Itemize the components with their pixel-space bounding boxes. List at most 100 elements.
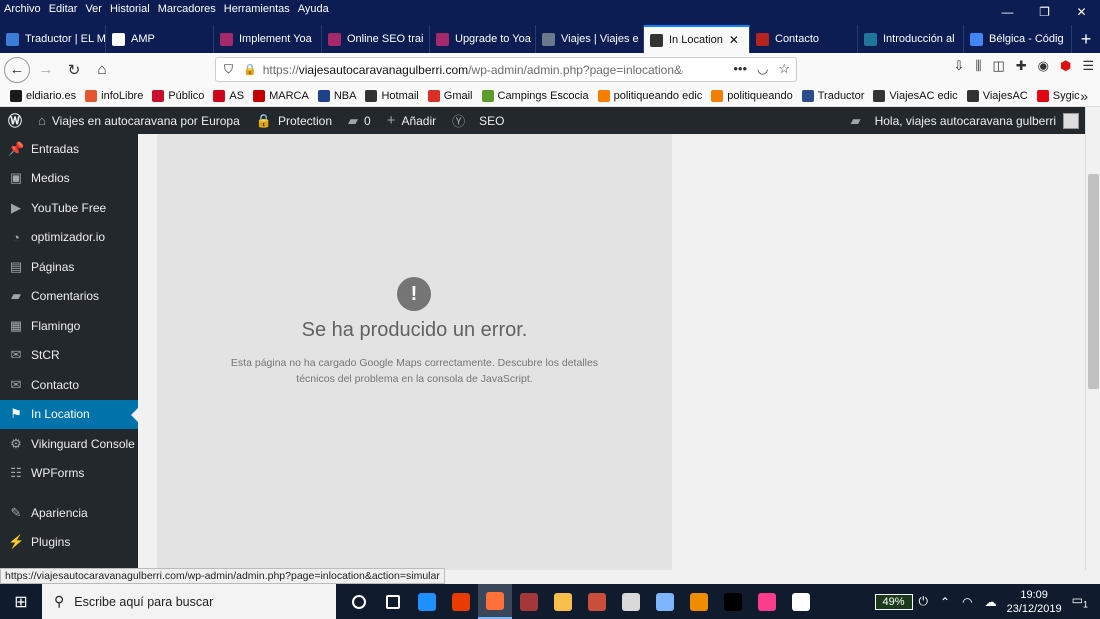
office-icon[interactable]	[444, 584, 478, 619]
comments-button[interactable]: ▰ 0	[340, 107, 379, 134]
bookmark-item[interactable]: Campings Escocia	[481, 90, 589, 102]
menu-editar[interactable]: Editar	[49, 3, 78, 15]
sidebar-item[interactable]: ◔ optimizador.io	[0, 223, 138, 253]
sidebar-item[interactable]: ▦ Flamingo	[0, 311, 138, 341]
cortana-icon[interactable]	[342, 584, 376, 619]
bookmark-item[interactable]: ViajesAC edic	[873, 90, 958, 102]
sidebar-icon[interactable]: ◫	[992, 58, 1004, 74]
my-account-button[interactable]: ▰ Hola, viajes autocaravana gulberri	[851, 107, 1079, 134]
protection-button[interactable]: 🔒 Protection	[248, 107, 340, 134]
tab-belgica[interactable]: Bélgica - Códig	[964, 25, 1072, 53]
clock[interactable]: 19:09 23/12/2019	[1007, 588, 1062, 616]
tracking-shield-icon[interactable]: ⛉	[224, 62, 233, 77]
chevron-up-icon[interactable]: ⌃	[940, 595, 950, 609]
photos-icon[interactable]	[648, 584, 682, 619]
tab-upgrade-yoast[interactable]: Upgrade to Yoa	[430, 25, 536, 53]
sidebar-item[interactable]: ▤ Páginas	[0, 252, 138, 282]
minimize-button[interactable]: —	[989, 0, 1026, 24]
new-tab-button[interactable]: +	[1072, 25, 1100, 53]
url-text[interactable]: https://viajesautocaravanagulberri.com/w…	[263, 63, 683, 77]
itunes-icon[interactable]	[750, 584, 784, 619]
wp-logo-button[interactable]: Ⓦ	[0, 107, 30, 134]
add-new-button[interactable]: + Añadir	[379, 107, 444, 134]
site-name-button[interactable]: ⌂ Viajes en autocaravana por Europa	[30, 107, 248, 134]
bookmark-item[interactable]: politiqueando edic	[597, 90, 702, 102]
menu-marcadores[interactable]: Marcadores	[158, 3, 216, 15]
tab-implement-yoast[interactable]: Implement Yoa	[214, 25, 322, 53]
battery-indicator[interactable]: 49%	[874, 593, 913, 610]
lock-icon[interactable]: 🔒	[243, 63, 257, 76]
bookmark-star-icon[interactable]: ☆	[778, 61, 790, 77]
scrollbar-thumb[interactable]	[1088, 174, 1099, 389]
page-actions-icon[interactable]: •••	[733, 61, 747, 77]
vlc-icon[interactable]	[682, 584, 716, 619]
power-icon[interactable]: ⏻	[919, 594, 929, 609]
windows-start-button[interactable]: ⊞	[0, 584, 42, 619]
sidebar-item[interactable]: ⚑ In Location	[0, 399, 138, 429]
access-icon[interactable]	[512, 584, 546, 619]
library-icon[interactable]: ⫼	[975, 58, 981, 74]
sidebar-item[interactable]: ▶ YouTube Free	[0, 193, 138, 223]
menu-hamburger-icon[interactable]: ☰	[1082, 58, 1094, 74]
bookmark-item[interactable]: ViajesAC	[966, 90, 1028, 102]
bookmarks-overflow-icon[interactable]: »	[1080, 88, 1088, 104]
sidebar-item[interactable]: 📌 Entradas	[0, 134, 138, 164]
explorer-icon[interactable]	[546, 584, 580, 619]
tab-contacto[interactable]: Contacto	[750, 25, 858, 53]
bookmark-item[interactable]: Sygic	[1036, 90, 1080, 102]
tab-traductor[interactable]: Traductor | EL M	[0, 25, 106, 53]
tab-online-seo[interactable]: Online SEO trai	[322, 25, 430, 53]
bookmark-item[interactable]: AS	[213, 90, 244, 102]
maximize-button[interactable]: ❐	[1026, 0, 1063, 24]
mail-icon[interactable]	[784, 584, 818, 619]
bookmark-item[interactable]: NBA	[317, 90, 356, 102]
tab-in-location[interactable]: In Location ✕	[644, 25, 750, 53]
publisher-icon[interactable]	[580, 584, 614, 619]
back-button[interactable]: ←	[4, 56, 30, 83]
bookmark-item[interactable]: Hotmail	[365, 90, 419, 102]
menu-historial[interactable]: Historial	[110, 3, 150, 15]
sidebar-item[interactable]: ✉ StCR	[0, 341, 138, 371]
tab-viajes[interactable]: Viajes | Viajes e	[536, 25, 644, 53]
bookmark-item[interactable]: infoLibre	[85, 90, 143, 102]
yoast-seo-button[interactable]: Ⓨ SEO	[444, 107, 512, 134]
taskview-icon[interactable]	[376, 584, 410, 619]
sidebar-item[interactable]: ▰ Comentarios	[0, 282, 138, 312]
forward-button[interactable]: →	[32, 56, 60, 84]
account-icon[interactable]: ◉	[1038, 58, 1049, 74]
sidebar-item[interactable]: ⚙ Vikinguard Console	[0, 429, 138, 459]
page-scrollbar[interactable]	[1085, 107, 1100, 570]
sidebar-item[interactable]: ⚡ Plugins	[0, 528, 138, 558]
downloads-icon[interactable]: ⇩	[954, 58, 965, 74]
sidebar-item[interactable]: ✉ Contacto	[0, 370, 138, 400]
bookmark-item[interactable]: MARCA	[253, 90, 309, 102]
pocket-icon[interactable]: ◡	[757, 61, 768, 77]
tab-introduccion[interactable]: Introducción al	[858, 25, 964, 53]
tab-amp[interactable]: AMP	[106, 25, 214, 53]
close-tab-icon[interactable]: ✕	[729, 33, 739, 47]
bookmark-item[interactable]: eldiario.es	[10, 90, 76, 102]
home-button[interactable]: ⌂	[88, 56, 116, 84]
bookmark-item[interactable]: politiqueando	[711, 90, 793, 102]
tidal-icon[interactable]	[716, 584, 750, 619]
adblock-icon[interactable]: ⬢	[1060, 58, 1071, 74]
notification-center-icon[interactable]: ▭1	[1072, 593, 1088, 609]
bookmark-item[interactable]: Público	[152, 90, 204, 102]
menu-ayuda[interactable]: Ayuda	[298, 3, 329, 15]
close-window-button[interactable]: ✕	[1063, 0, 1100, 24]
bookmark-item[interactable]: Traductor	[801, 90, 864, 102]
bookmark-item[interactable]: Gmail	[427, 90, 473, 102]
url-bar[interactable]: ⛉ 🔒 https://viajesautocaravanagulberri.c…	[215, 57, 797, 82]
taskbar-search[interactable]: ⚲ Escribe aquí para buscar	[42, 584, 336, 619]
extension-icon[interactable]: ✚	[1016, 58, 1027, 74]
menu-archivo[interactable]: Archivo	[4, 3, 41, 15]
menu-herramientas[interactable]: Herramientas	[224, 3, 290, 15]
wifi-icon[interactable]: ◠	[962, 595, 972, 609]
menu-ver[interactable]: Ver	[85, 3, 102, 15]
sidebar-item[interactable]: ▣ Medios	[0, 164, 138, 194]
sidebar-item[interactable]: ✎ Apariencia	[0, 498, 138, 528]
paint-icon[interactable]	[614, 584, 648, 619]
reload-button[interactable]: ↻	[60, 56, 88, 84]
sidebar-item[interactable]: ☷ WPForms	[0, 459, 138, 489]
firefox-icon[interactable]	[478, 584, 512, 619]
